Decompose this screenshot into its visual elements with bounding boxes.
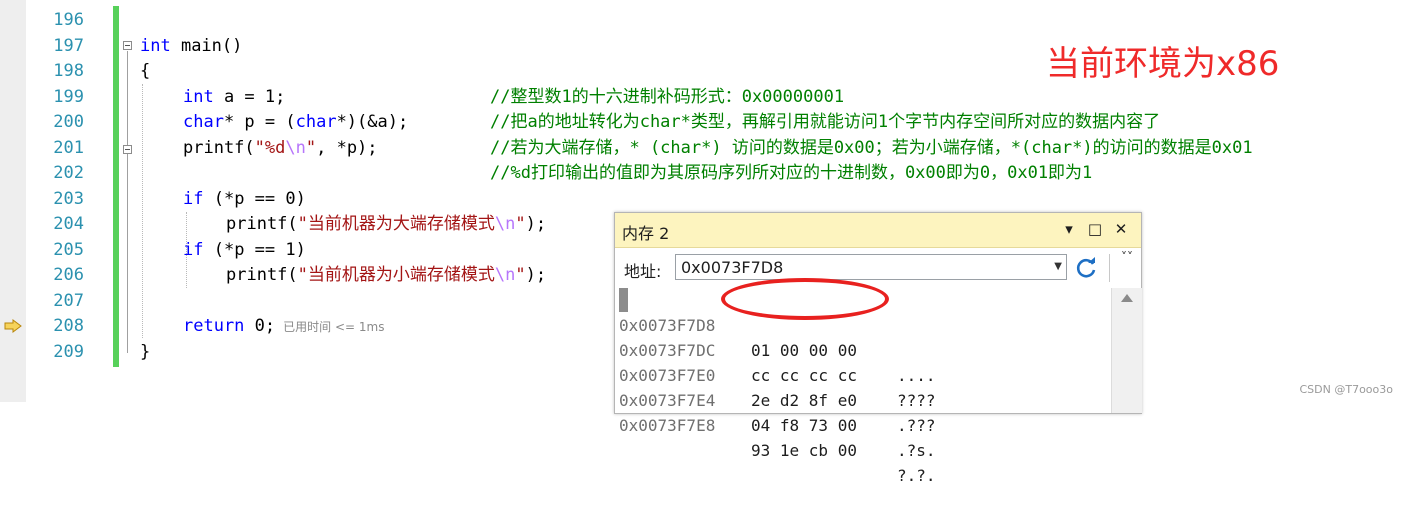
change-tracking-bar [113,6,119,367]
line-number: 202 [53,163,84,183]
current-statement-arrow-icon [4,319,22,333]
line-number: 206 [53,265,84,285]
environment-annotation: 当前环境为x86 [1046,44,1280,84]
code-text: * p = ( [223,112,296,132]
address-input[interactable]: 0x0073F7D8 ▼ [675,254,1067,280]
code-text: *)(&a); [336,112,409,132]
comment-199: //整型数1的十六进制补码形式：0x00000001 [490,86,845,107]
memory-window[interactable]: 内存 2 ▾ □ ✕ 地址: 0x0073F7D8 ▼ ˅˅ 0x0073F7D… [614,212,1142,485]
memory-ascii: .??? [897,416,936,435]
memory-row[interactable]: 0x0073F7E4 04 f8 73 00 .?s. [619,363,1109,460]
line-number: 196 [53,10,84,30]
line-number: 204 [53,214,84,234]
memory-window-titlebar[interactable]: 内存 2 ▾ □ ✕ [615,213,1141,248]
string-literal: " [515,265,526,285]
refresh-icon[interactable] [1075,256,1099,280]
close-icon[interactable]: ✕ [1111,219,1131,239]
memory-row[interactable]: 0x0073F7E0 2e d2 8f e0 .??? [619,338,1109,435]
code-text: { [140,61,151,81]
keyword: if [183,239,204,260]
memory-row[interactable]: 0x0073F7E8 93 1e cb 00 ?.?. [619,388,1109,485]
comment-202: //%d打印输出的值即为其原码序列所对应的十进制数，0x00即为0，0x01即为… [490,163,1093,183]
code-line-199[interactable]: int a = 1; [183,85,285,111]
code-line-205[interactable]: if (*p == 1) [183,238,306,264]
keyword: int [183,86,214,107]
memory-bytes[interactable]: 93 1e cb 00 [751,438,857,463]
address-bar: 地址: 0x0073F7D8 ▼ ˅˅ [615,248,1141,288]
code-text: , *p); [316,137,378,158]
code-line-197[interactable]: int main() [140,34,242,60]
outline-line [127,51,128,353]
line-number: 209 [53,341,84,362]
code-line-203[interactable]: if (*p == 0) [183,187,306,213]
collapse-comment-icon[interactable] [123,145,132,154]
string-literal: " [515,214,526,234]
code-text: printf( [226,214,298,234]
code-line-208[interactable]: return 0; 已用时间 <= 1ms [183,314,384,340]
line-number: 199 [53,86,84,107]
scroll-up-icon[interactable] [1121,294,1133,302]
line-number-column: 196 197 198 199 200 201 202 203 204 205 … [26,0,110,402]
code-text: printf( [183,137,255,158]
memory-window-title: 内存 2 [622,224,670,243]
keyword: char [183,112,224,132]
toolbar-separator [1109,254,1110,282]
memory-ascii: ?.?. [897,466,936,485]
escape-sequence: \n [285,137,306,158]
line-number: 201 [53,137,84,158]
window-menu-dropdown-icon[interactable]: ▾ [1059,219,1079,239]
keyword: int [140,35,171,56]
glyph-margin[interactable] [0,0,26,402]
string-literal: " [305,137,317,158]
outline-line [127,155,128,187]
code-text: } [140,341,151,362]
comment-201: //若为大端存储，* (char*) 访问的数据是0x00；若为小端存储，*(c… [490,137,1253,158]
escape-sequence: \n [494,265,516,285]
chevron-down-icon[interactable]: ▼ [1054,261,1062,272]
elapsed-time-hint[interactable]: 已用时间 <= 1ms [283,320,384,334]
collapse-main-icon[interactable] [123,41,132,50]
line-number: 207 [53,290,84,311]
code-text: a = 1; [213,86,286,107]
keyword: return [183,316,245,336]
code-line-206[interactable]: printf("当前机器为小端存储模式\n"); [226,263,546,289]
memory-address: 0x0073F7E8 [619,416,716,435]
indent-guide [142,84,143,338]
memory-bytes[interactable]: 04 f8 73 00 [751,413,857,438]
address-value: 0x0073F7D8 [681,258,784,277]
maximize-icon[interactable]: □ [1085,219,1105,239]
string-literal: "%d [254,137,286,158]
string-literal: "当前机器为大端存储模式 [297,214,495,234]
line-number: 197 [53,35,84,56]
code-line-201[interactable]: printf("%d\n", *p); [183,136,378,162]
code-line-198[interactable]: { [140,59,150,85]
line-number: 205 [53,239,84,260]
code-line-204[interactable]: printf("当前机器为大端存储模式\n"); [226,212,546,238]
watermark: CSDN @T7ooo3o [1299,383,1394,396]
code-line-200[interactable]: char* p = (char*)(&a); [183,110,408,136]
vertical-scrollbar[interactable] [1111,288,1142,413]
code-text: (*p == 1) [203,239,306,260]
line-number: 203 [53,188,84,209]
code-text: ); [525,265,547,285]
code-text: printf( [226,265,298,285]
code-line-209[interactable]: } [140,340,150,366]
keyword: char [295,112,337,132]
escape-sequence: \n [494,214,516,234]
code-text: main() [170,35,243,56]
code-text: ); [525,214,547,234]
string-literal: "当前机器为小端存储模式 [297,265,495,285]
line-number: 200 [53,112,84,132]
memory-ascii: .?s. [897,441,936,460]
line-number: 208 [53,316,84,336]
code-text: 0; [244,316,276,336]
code-text: (*p == 0) [203,188,306,209]
line-number: 198 [53,61,84,81]
memory-row[interactable]: 0x0073F7DC cc cc cc cc ???? [619,313,1109,410]
keyword: if [183,188,204,209]
overflow-icon[interactable]: ˅˅ [1121,250,1133,264]
comment-200: //把a的地址转化为char*类型，再解引用就能访问1个字节内存空间所对应的数据… [490,112,1161,132]
address-label: 地址: [624,262,662,281]
highlight-circle [721,278,889,320]
